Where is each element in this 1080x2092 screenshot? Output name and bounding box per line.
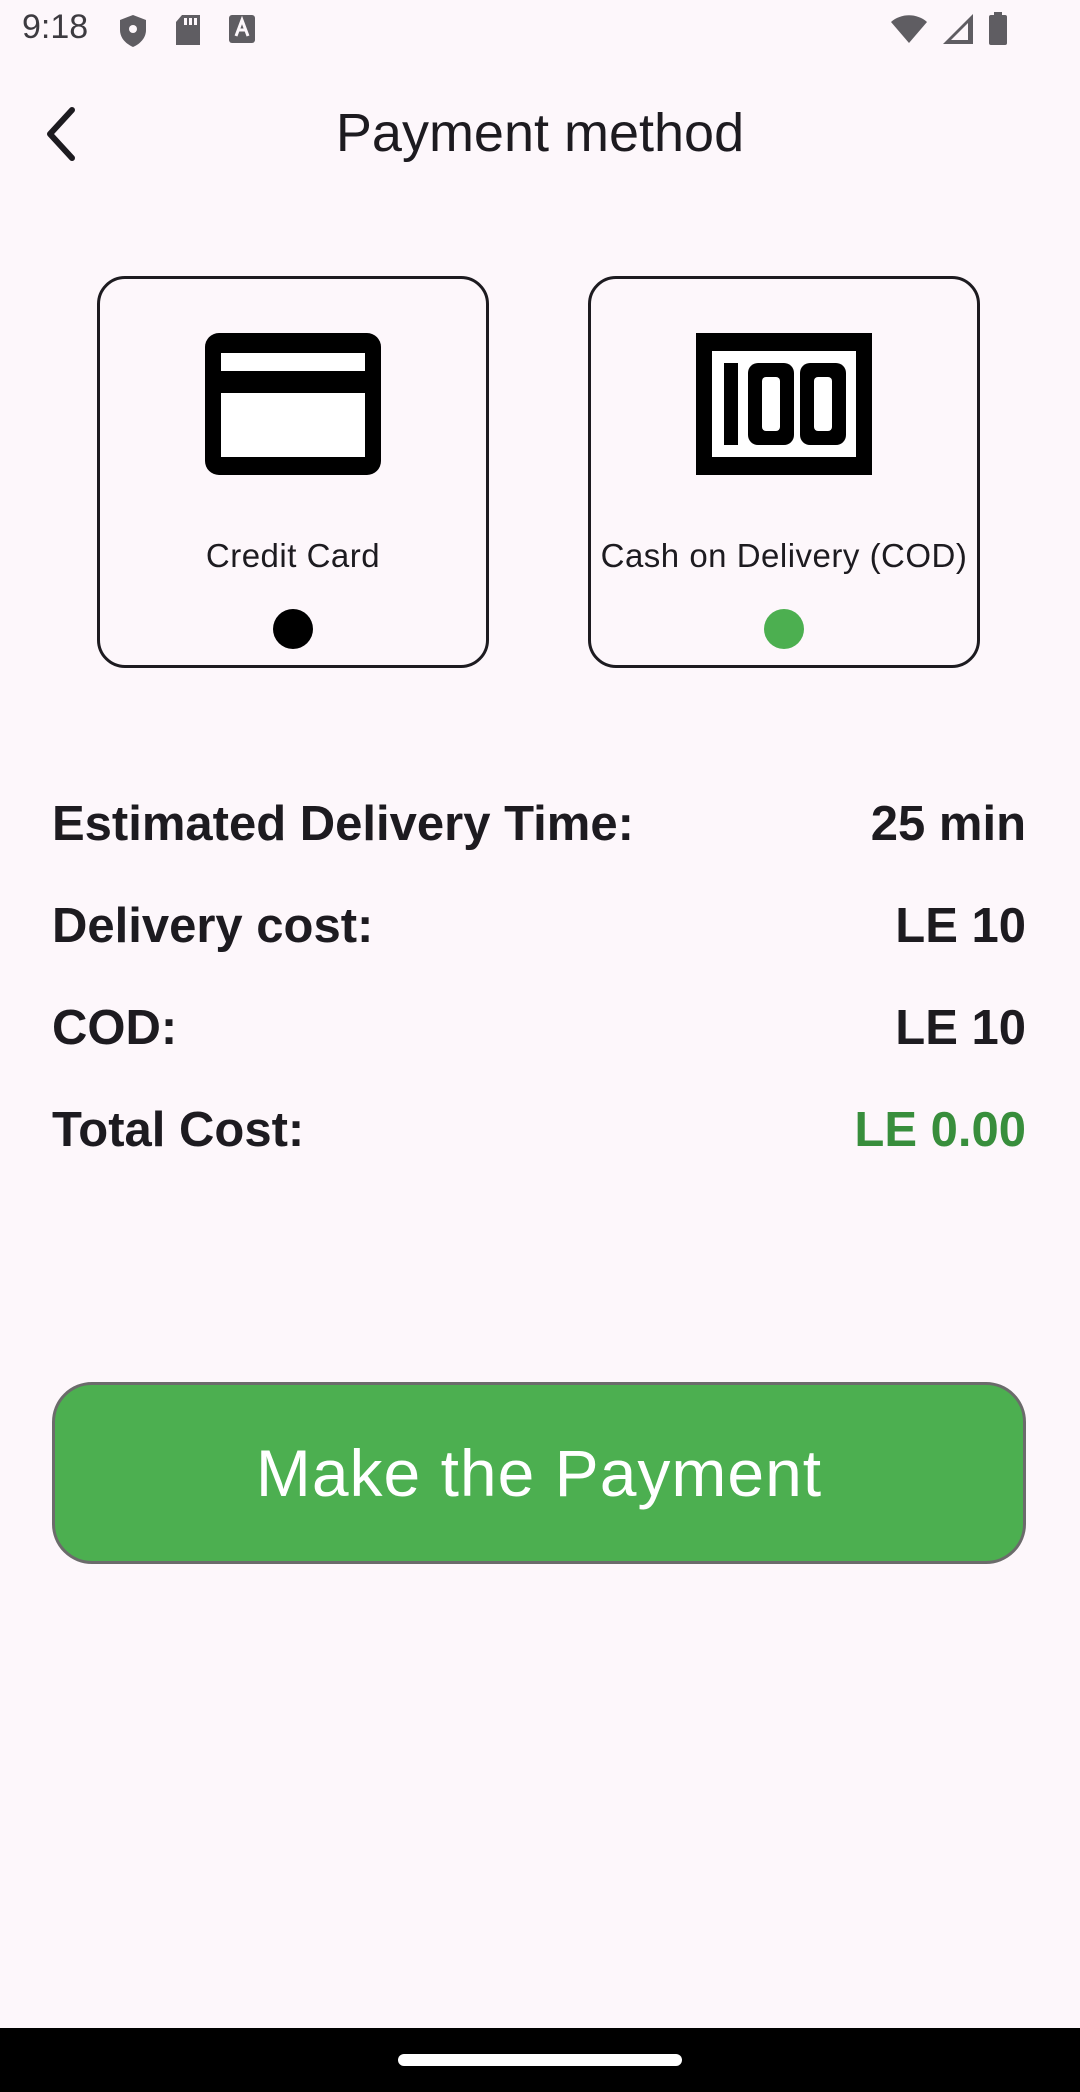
cod-fee-row: COD: LE 10 [52, 1000, 1026, 1060]
status-time: 9:18 [22, 8, 89, 46]
signal-icon [943, 14, 973, 44]
delivery-time-value: 25 min [870, 797, 1026, 851]
shield-icon [120, 15, 146, 47]
delivery-time-label: Estimated Delivery Time: [52, 797, 634, 851]
cod-radio[interactable] [764, 609, 804, 649]
credit-card-label: Credit Card [205, 537, 381, 574]
credit-card-option[interactable]: Credit Card [97, 276, 489, 668]
credit-card-icon [205, 333, 381, 475]
credit-card-radio[interactable] [273, 609, 313, 649]
cod-fee-value: LE 10 [895, 1001, 1026, 1055]
status-right-icons [890, 12, 1008, 46]
delivery-time-row: Estimated Delivery Time: 25 min [52, 796, 1026, 856]
delivery-cost-row: Delivery cost: LE 10 [52, 898, 1026, 958]
sd-card-icon [176, 15, 200, 45]
cod-fee-label: COD: [52, 1001, 178, 1055]
total-cost-value: LE 0.00 [854, 1103, 1026, 1157]
cash-100-icon [696, 333, 872, 475]
status-bar: 9:18 [0, 0, 1080, 64]
total-cost-label: Total Cost: [52, 1103, 305, 1157]
cod-option[interactable]: Cash on Delivery (COD) [588, 276, 980, 668]
total-cost-row: Total Cost: LE 0.00 [52, 1102, 1026, 1162]
wifi-icon [891, 15, 927, 43]
app-bar: Payment method [0, 80, 1080, 190]
page-title: Payment method [335, 103, 745, 163]
status-left-icons [118, 14, 256, 48]
delivery-cost-label: Delivery cost: [52, 899, 374, 953]
cod-label: Cash on Delivery (COD) [600, 537, 968, 574]
make-payment-button[interactable]: Make the Payment [52, 1382, 1026, 1564]
battery-icon [989, 12, 1007, 45]
delivery-cost-value: LE 10 [895, 899, 1026, 953]
keyboard-a-icon [229, 15, 255, 43]
home-indicator[interactable] [398, 2054, 682, 2066]
